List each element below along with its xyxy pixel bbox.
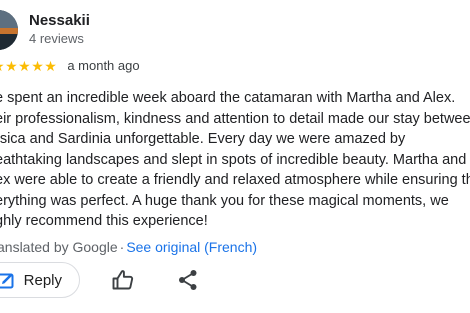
share-icon bbox=[179, 270, 197, 290]
review-line: eathtaking landscapes and slept in spots… bbox=[0, 151, 467, 168]
review-line: ghly recommend this experience! bbox=[0, 213, 208, 229]
translation-separator: · bbox=[119, 239, 125, 255]
star-rating: ★ ★ ★ ★ ★ bbox=[0, 57, 57, 75]
reply-button[interactable]: Reply bbox=[0, 262, 80, 298]
reply-edit-icon bbox=[0, 273, 14, 289]
star-icon: ★ bbox=[44, 58, 58, 74]
reply-label: Reply bbox=[23, 271, 62, 289]
star-icon: ★ bbox=[31, 58, 45, 74]
like-button[interactable] bbox=[111, 268, 135, 292]
share-button[interactable] bbox=[176, 268, 200, 292]
review-body: e spent an incredible week aboard the ca… bbox=[0, 88, 470, 232]
review-line: ex were able to create a friendly and re… bbox=[0, 172, 470, 188]
review-line: erything was perfect. A huge thank you f… bbox=[0, 192, 449, 209]
author-review-count: 4 reviews bbox=[29, 31, 84, 46]
review-card: Nessakii 4 reviews ★ ★ ★ ★ ★ a month ago… bbox=[0, 0, 470, 313]
rating-row: ★ ★ ★ ★ ★ a month ago bbox=[0, 57, 140, 75]
review-line: eir professionalism, kindness and attent… bbox=[0, 110, 470, 127]
review-date: a month ago bbox=[67, 58, 140, 73]
see-original-link[interactable]: See original (French) bbox=[126, 239, 257, 255]
review-line: rsica and Sardinia unforgettable. Every … bbox=[0, 131, 406, 147]
star-icon: ★ bbox=[5, 58, 19, 74]
translation-label: anslated by Google bbox=[0, 239, 118, 255]
thumbs-up-icon bbox=[112, 270, 134, 290]
translation-notice: anslated by Google · See original (French) bbox=[0, 238, 257, 256]
review-line: e spent an incredible week aboard the ca… bbox=[0, 90, 456, 106]
avatar[interactable] bbox=[0, 10, 18, 50]
author-name[interactable]: Nessakii bbox=[29, 12, 90, 30]
star-icon: ★ bbox=[18, 58, 32, 74]
avatar-image bbox=[0, 10, 18, 50]
